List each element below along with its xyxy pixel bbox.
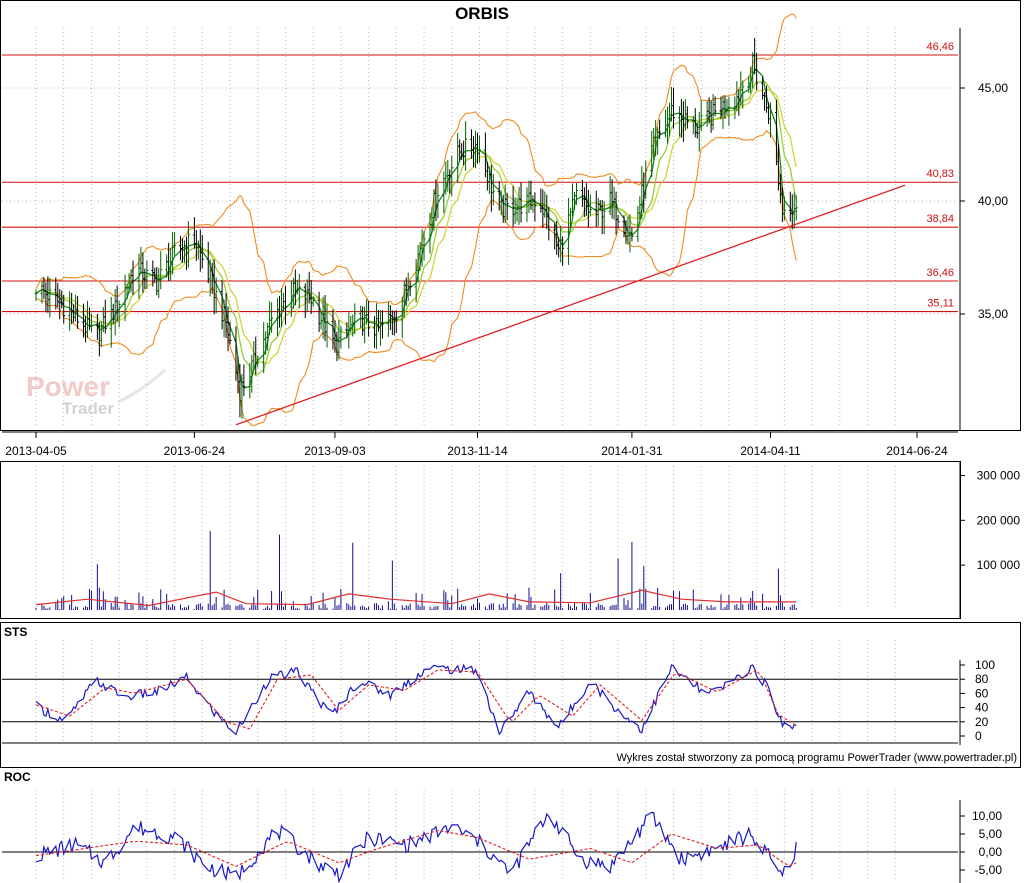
date-tick-label: 2013-11-14: [447, 444, 508, 458]
level-label: 38,84: [926, 213, 954, 225]
sts-title: STS: [4, 625, 27, 639]
chart-canvas: 46,46 40,83 38,84 36,46 35,11 35,00 40,00 45,0…: [0, 0, 1021, 883]
level-label: 35,11: [927, 298, 954, 310]
roc-lines: [2, 811, 958, 883]
volume-panel: [0, 461, 961, 619]
powertrader-credit: Wykres został stworzony za pomocą progra…: [616, 752, 1017, 764]
sts-y-tick-label: 60: [975, 686, 989, 700]
volume-y-tick-label: 100 000: [977, 558, 1021, 572]
date-tick-label: 2014-01-31: [601, 444, 663, 458]
volume-y-tick-label: 200 000: [977, 513, 1021, 527]
watermark-trader: Trader: [62, 399, 114, 418]
roc-title: ROC: [4, 770, 31, 784]
date-tick-label: 2013-09-03: [304, 444, 366, 458]
level-label: 46,46: [926, 41, 954, 53]
sts-y-tick-label: 100: [975, 658, 995, 672]
date-tick-label: 2013-06-24: [164, 444, 226, 458]
sts-lines: [2, 663, 958, 744]
roc-line: [35, 811, 797, 883]
sts-y-tick-label: 80: [975, 672, 989, 686]
price-y-tick-label: 45,00: [978, 81, 1008, 95]
sts-y-tick-label: 20: [975, 715, 989, 729]
chart-title: ORBIS: [455, 4, 509, 23]
volume-bars: [35, 531, 797, 610]
watermark-power: Power: [26, 371, 110, 402]
sts-y-tick-label: 40: [975, 701, 989, 715]
price-y-tick-label: 40,00: [978, 194, 1008, 208]
level-label: 36,46: [926, 267, 954, 279]
sts-y-tick-label: 0: [975, 729, 982, 743]
level-label: 40,83: [926, 168, 954, 180]
roc-y-tick-label: 5,00: [979, 827, 1003, 841]
price-y-tick-label: 35,00: [978, 307, 1008, 321]
roc-signal-line: [35, 829, 797, 868]
date-tick-label: 2013-04-05: [5, 444, 67, 458]
date-tick-label: 2014-04-11: [740, 444, 801, 458]
roc-y-tick-label: -5,00: [975, 863, 1003, 877]
volume-y-tick-label: 300 000: [977, 468, 1021, 482]
date-tick-label: 2014-06-24: [886, 444, 948, 458]
roc-y-tick-label: 0,00: [979, 845, 1003, 859]
roc-y-tick-label: 10,00: [972, 809, 1002, 823]
